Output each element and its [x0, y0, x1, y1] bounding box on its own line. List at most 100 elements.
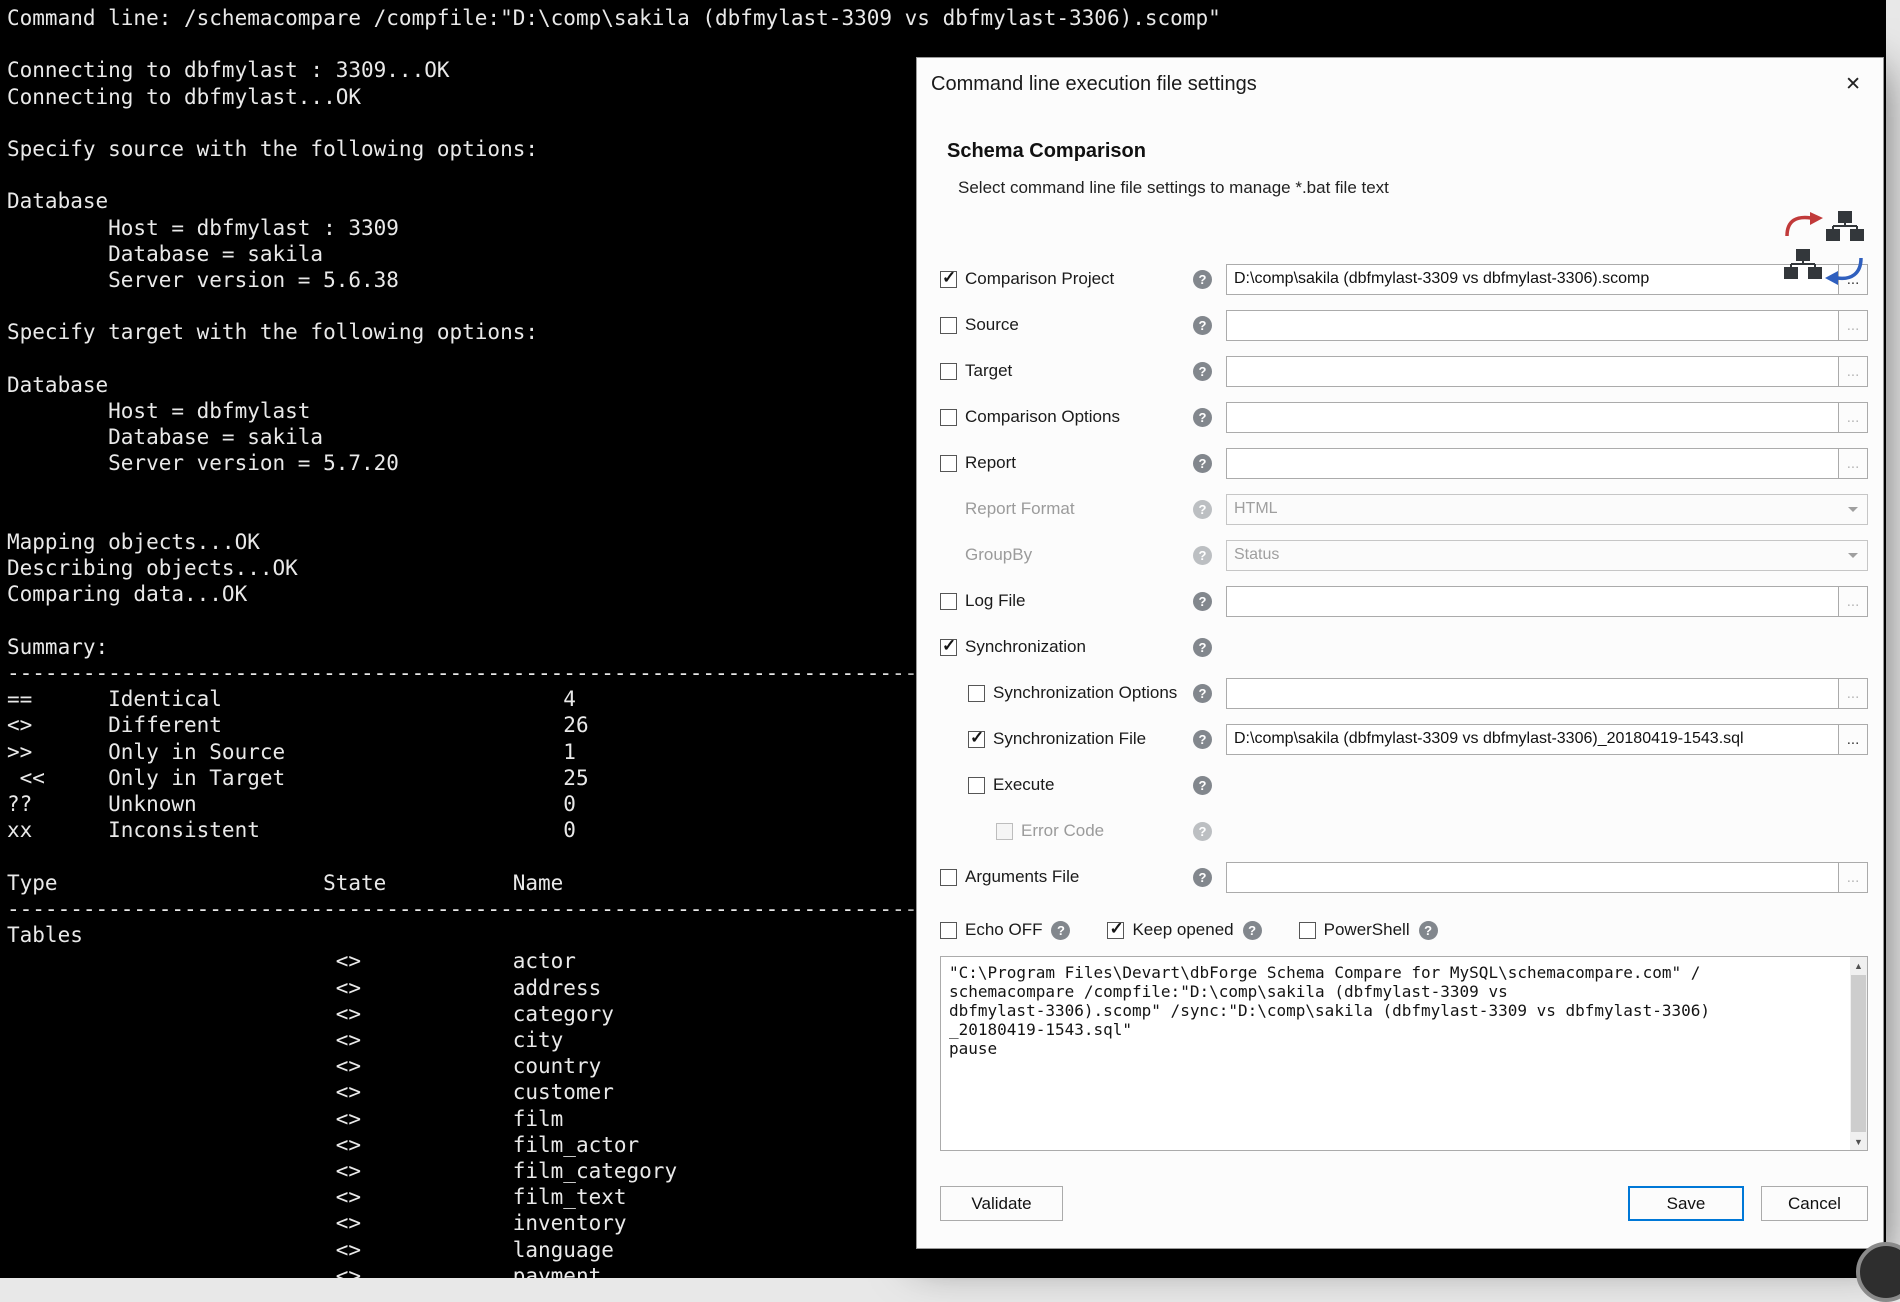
- row-source: Source ? ...: [940, 302, 1868, 348]
- arguments-file-browse-button[interactable]: ...: [1838, 862, 1868, 893]
- row-comparison-options: Comparison Options ? ...: [940, 394, 1868, 440]
- row-groupby: GroupBy ? Status: [940, 532, 1868, 578]
- report-label: Report: [965, 453, 1016, 473]
- target-checkbox[interactable]: [940, 363, 957, 380]
- powershell-checkbox[interactable]: [1299, 922, 1316, 939]
- log-file-checkbox[interactable]: [940, 593, 957, 610]
- bat-scrollbar[interactable]: ▲ ▼: [1850, 957, 1867, 1150]
- synchronization-file-input[interactable]: [1226, 724, 1838, 755]
- groupby-value: Status: [1234, 546, 1279, 564]
- comparison-options-input[interactable]: [1226, 402, 1838, 433]
- row-comparison-project: Comparison Project ? ...: [940, 256, 1868, 302]
- report-format-dropdown: HTML: [1226, 494, 1868, 525]
- bat-file-preview[interactable]: "C:\Program Files\Devart\dbForge Schema …: [940, 956, 1868, 1151]
- cancel-button[interactable]: Cancel: [1761, 1186, 1868, 1221]
- close-icon[interactable]: ✕: [1839, 71, 1867, 98]
- target-input[interactable]: [1226, 356, 1838, 387]
- validate-button[interactable]: Validate: [940, 1186, 1063, 1221]
- keep-opened-checkbox[interactable]: [1107, 922, 1124, 939]
- row-synchronization: Synchronization ?: [940, 624, 1868, 670]
- comparison-options-browse-button[interactable]: ...: [1838, 402, 1868, 433]
- target-label: Target: [965, 361, 1012, 381]
- powershell-label: PowerShell: [1324, 920, 1410, 940]
- comparison-project-checkbox[interactable]: [940, 271, 957, 288]
- echo-off-checkbox[interactable]: [940, 922, 957, 939]
- help-icon[interactable]: ?: [1419, 921, 1438, 940]
- groupby-label: GroupBy: [965, 545, 1032, 565]
- scrollbar-thumb[interactable]: [1850, 974, 1867, 1133]
- groupby-dropdown: Status: [1226, 540, 1868, 571]
- target-browse-button[interactable]: ...: [1838, 356, 1868, 387]
- row-report-format: Report Format ? HTML: [940, 486, 1868, 532]
- dialog-footer: Validate Save Cancel: [940, 1186, 1868, 1221]
- comparison-project-input[interactable]: [1226, 264, 1838, 295]
- error-code-label: Error Code: [1021, 821, 1104, 841]
- comparison-options-checkbox[interactable]: [940, 409, 957, 426]
- source-browse-button[interactable]: ...: [1838, 310, 1868, 341]
- help-icon[interactable]: ?: [1193, 362, 1212, 381]
- row-execute: Execute ?: [940, 762, 1868, 808]
- synchronization-file-browse-button[interactable]: ...: [1838, 724, 1868, 755]
- row-arguments-file: Arguments File ? ...: [940, 854, 1868, 900]
- report-format-label: Report Format: [965, 499, 1075, 519]
- arguments-file-label: Arguments File: [965, 867, 1079, 887]
- report-browse-button[interactable]: ...: [1838, 448, 1868, 479]
- source-checkbox[interactable]: [940, 317, 957, 334]
- bat-options-row: Echo OFF ? Keep opened ? PowerShell ?: [940, 912, 1868, 948]
- report-input[interactable]: [1226, 448, 1838, 479]
- help-icon[interactable]: ?: [1193, 868, 1212, 887]
- synchronization-options-checkbox[interactable]: [968, 685, 985, 702]
- keep-opened-option: Keep opened ?: [1107, 920, 1261, 940]
- source-label: Source: [965, 315, 1019, 335]
- help-icon[interactable]: ?: [1193, 270, 1212, 289]
- help-icon[interactable]: ?: [1193, 546, 1212, 565]
- row-target: Target ? ...: [940, 348, 1868, 394]
- execute-label: Execute: [993, 775, 1054, 795]
- error-code-checkbox: [996, 823, 1013, 840]
- command-line-settings-dialog: Command line execution file settings ✕ S…: [916, 57, 1884, 1249]
- help-icon[interactable]: ?: [1193, 822, 1212, 841]
- log-file-browse-button[interactable]: ...: [1838, 586, 1868, 617]
- log-file-input[interactable]: [1226, 586, 1838, 617]
- dialog-title: Command line execution file settings: [931, 73, 1257, 96]
- help-icon[interactable]: ?: [1193, 454, 1212, 473]
- log-file-label: Log File: [965, 591, 1025, 611]
- arguments-file-input[interactable]: [1226, 862, 1838, 893]
- row-report: Report ? ...: [940, 440, 1868, 486]
- dialog-header: Schema Comparison Select command line fi…: [917, 110, 1883, 198]
- bat-file-text[interactable]: "C:\Program Files\Devart\dbForge Schema …: [941, 957, 1850, 1150]
- dialog-subtitle: Select command line file settings to man…: [958, 178, 1857, 198]
- scroll-down-icon[interactable]: ▼: [1850, 1133, 1867, 1150]
- save-button[interactable]: Save: [1628, 1186, 1744, 1221]
- help-icon[interactable]: ?: [1193, 684, 1212, 703]
- powershell-option: PowerShell ?: [1299, 920, 1438, 940]
- dialog-titlebar[interactable]: Command line execution file settings ✕: [917, 58, 1883, 110]
- arguments-file-checkbox[interactable]: [940, 869, 957, 886]
- help-icon[interactable]: ?: [1051, 921, 1070, 940]
- keep-opened-label: Keep opened: [1132, 920, 1233, 940]
- help-icon[interactable]: ?: [1193, 730, 1212, 749]
- help-icon[interactable]: ?: [1193, 592, 1212, 611]
- synchronization-options-browse-button[interactable]: ...: [1838, 678, 1868, 709]
- help-icon[interactable]: ?: [1193, 316, 1212, 335]
- help-icon[interactable]: ?: [1193, 500, 1212, 519]
- help-icon[interactable]: ?: [1193, 776, 1212, 795]
- synchronization-options-input[interactable]: [1226, 678, 1838, 709]
- row-synchronization-options: Synchronization Options ? ...: [940, 670, 1868, 716]
- scroll-up-icon[interactable]: ▲: [1850, 957, 1867, 974]
- synchronization-label: Synchronization: [965, 637, 1086, 657]
- comparison-options-label: Comparison Options: [965, 407, 1120, 427]
- echo-off-option: Echo OFF ?: [940, 920, 1070, 940]
- synchronization-file-checkbox[interactable]: [968, 731, 985, 748]
- row-log-file: Log File ? ...: [940, 578, 1868, 624]
- execute-checkbox[interactable]: [968, 777, 985, 794]
- help-icon[interactable]: ?: [1243, 921, 1262, 940]
- report-checkbox[interactable]: [940, 455, 957, 472]
- source-input[interactable]: [1226, 310, 1838, 341]
- help-icon[interactable]: ?: [1193, 408, 1212, 427]
- synchronization-checkbox[interactable]: [940, 639, 957, 656]
- comparison-project-label: Comparison Project: [965, 269, 1114, 289]
- row-error-code: Error Code ?: [940, 808, 1868, 854]
- schema-comparison-heading: Schema Comparison: [947, 140, 1857, 163]
- help-icon[interactable]: ?: [1193, 638, 1212, 657]
